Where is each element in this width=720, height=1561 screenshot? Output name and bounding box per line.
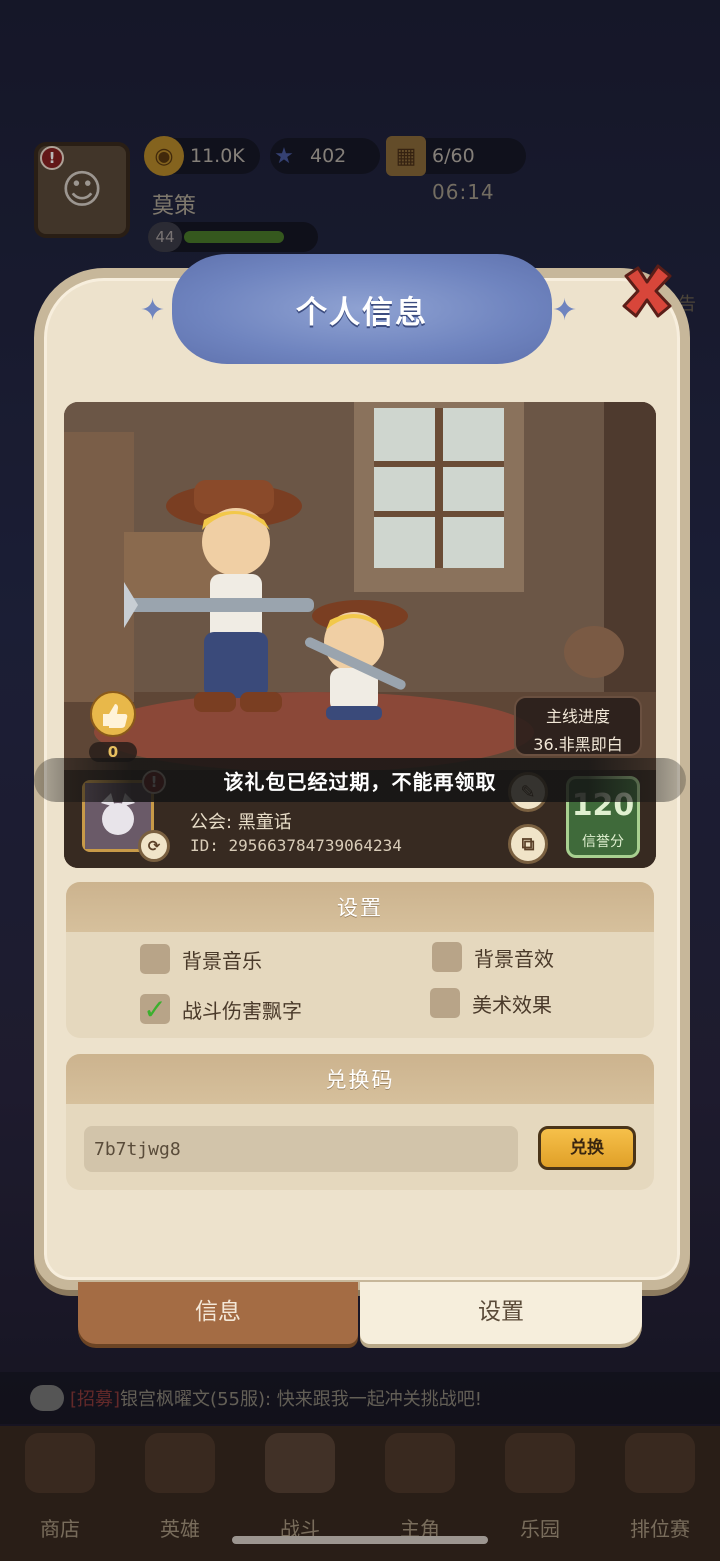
expired-toast: 该礼包已经过期，不能再领取 [34,758,686,802]
like-badge[interactable]: 0 [86,690,140,762]
tab-info[interactable]: 信息 [78,1282,358,1344]
refresh-icon: ⟳ [147,837,161,855]
redeem-header: 兑换码 [66,1054,654,1104]
copy-id-button[interactable]: ⧉ [508,824,548,864]
star-ornament-icon: ✦ [552,293,578,328]
copy-icon: ⧉ [521,833,535,855]
thumbs-up-icon [90,691,136,737]
redeem-code-input[interactable] [84,1126,518,1172]
guild-name: 公会: 黑童话 [190,812,292,833]
progress-value: 36.非黑即白 [533,735,623,754]
option-damage-text[interactable]: ✓ 战斗伤害飘字 [140,992,302,1026]
credit-label: 信誉分 [582,834,624,850]
settings-header: 设置 [66,882,654,932]
checkbox[interactable] [430,988,460,1018]
option-label: 战斗伤害飘字 [182,998,302,1023]
star-ornament-icon: ✦ [140,293,166,328]
close-icon [622,264,672,318]
main-progress-box: 主线进度 36.非黑即白 [514,696,642,756]
player-id: ID: 295663784739064234 [190,836,402,855]
progress-label: 主线进度 [545,707,610,726]
modal-title-banner: 个人信息 [172,254,552,364]
checkbox[interactable] [432,942,462,972]
checkbox-checked[interactable]: ✓ [140,992,170,1026]
option-label: 美术效果 [472,992,552,1017]
redeem-button[interactable]: 兑换 [538,1126,636,1170]
tab-settings[interactable]: 设置 [360,1282,642,1344]
swap-avatar-button[interactable]: ⟳ [138,830,170,862]
modal-title: 个人信息 [296,294,428,331]
close-button[interactable] [614,258,680,324]
option-bg-sfx[interactable]: 背景音效 [432,942,554,972]
option-art-effects[interactable]: 美术效果 [430,988,552,1018]
option-label: 背景音乐 [182,948,262,973]
option-label: 背景音效 [474,946,554,971]
checkbox[interactable] [140,944,170,974]
checkmark-icon: ✓ [143,992,167,1026]
option-bg-music[interactable]: 背景音乐 [140,944,262,974]
